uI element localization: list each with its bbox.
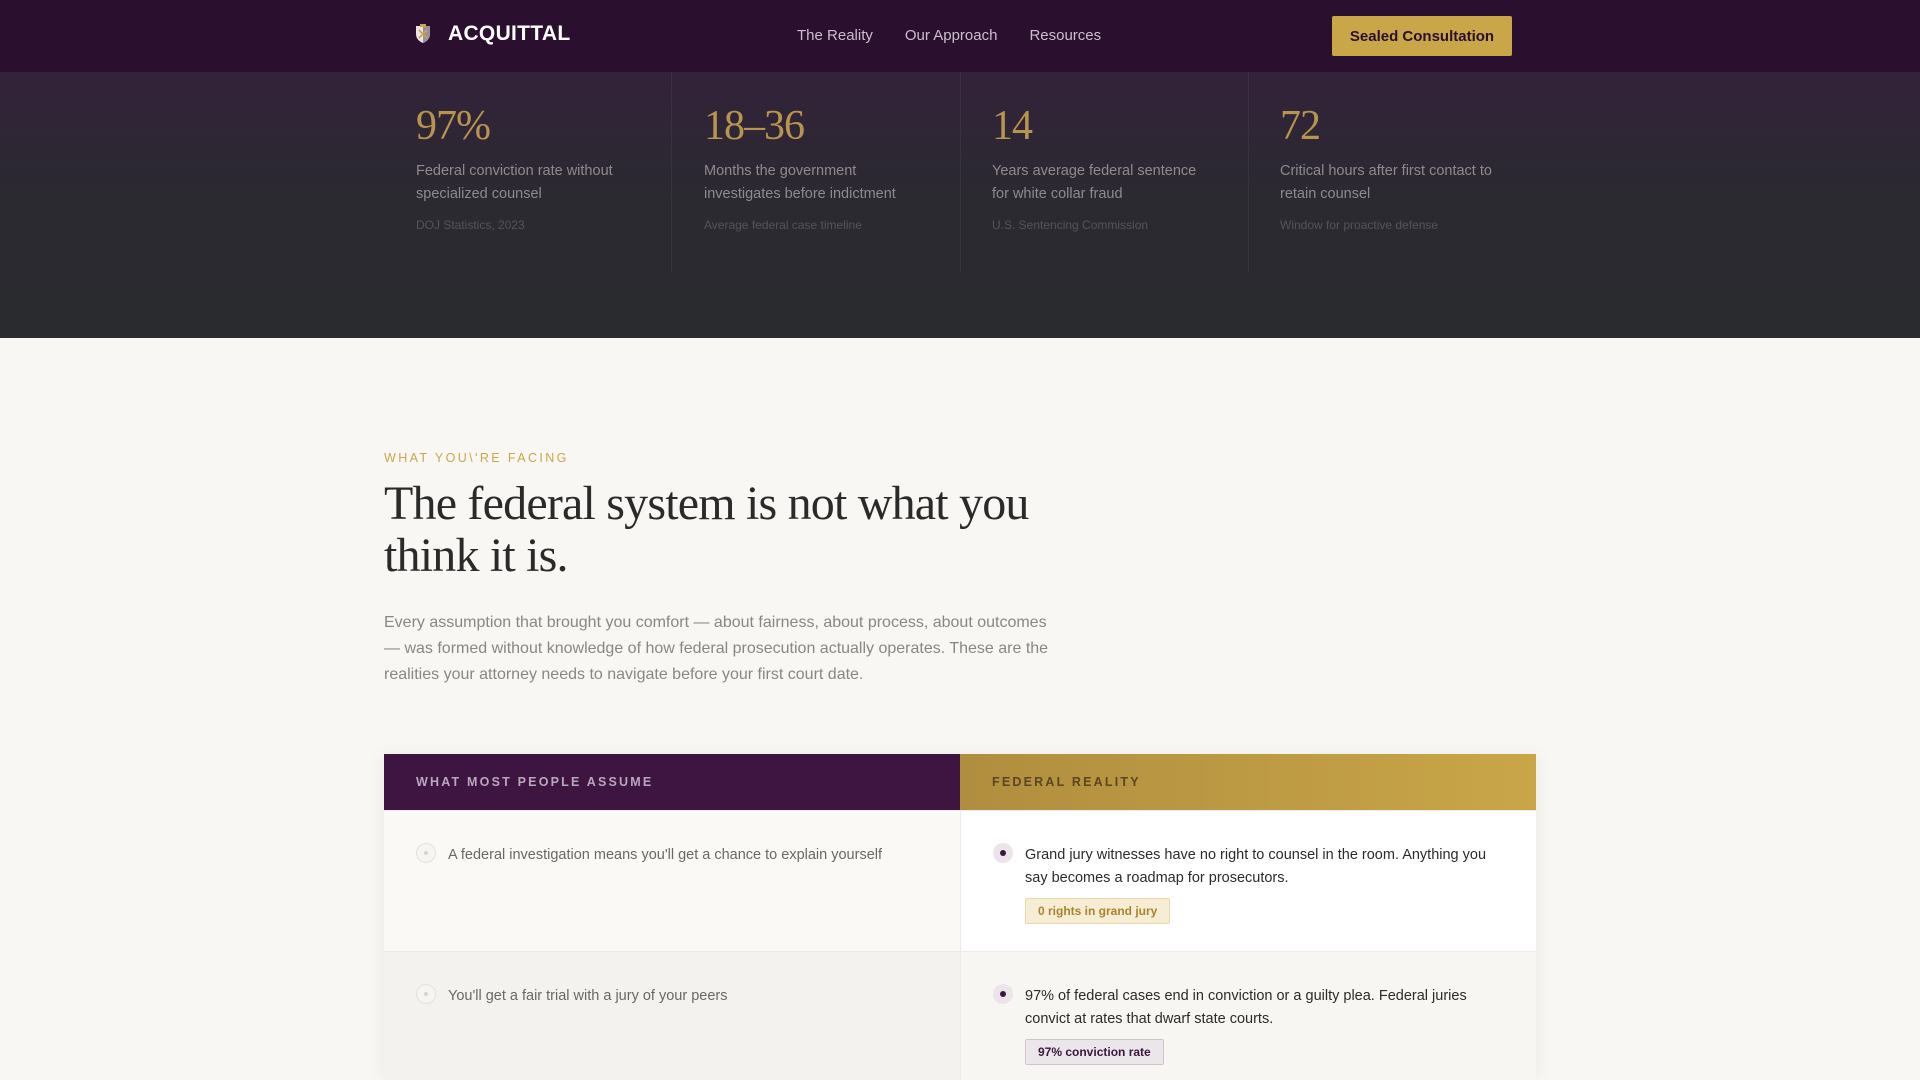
stat-source: DOJ Statistics, 2023 (416, 218, 525, 232)
stat-description: Federal conviction rate without speciali… (416, 163, 613, 202)
table-row: A federal investigation means you'll get… (384, 810, 1536, 951)
top-nav: ACQUITTAL The Reality Our Approach Resou… (0, 0, 1920, 72)
comparison-table: WHAT MOST PEOPLE ASSUME FEDERAL REALITY … (384, 754, 1536, 1080)
stat-divider (960, 72, 961, 272)
stat-value: 14 (992, 103, 1033, 149)
stat-source: U.S. Sentencing Commission (992, 218, 1149, 232)
table-row: You'll get a fair trial with a jury of y… (384, 951, 1536, 1080)
stat-description: Critical hours after first contact to re… (1280, 163, 1492, 202)
stat-value: 72 (1280, 103, 1321, 149)
shield-crest-icon (416, 24, 430, 43)
stat-source: Window for proactive defense (1280, 218, 1439, 232)
assumption-cell: You'll get a fair trial with a jury of y… (384, 952, 960, 1080)
reality-text: 97% of federal cases end in conviction o… (1025, 988, 1467, 1027)
bullet-icon (416, 843, 436, 863)
header-federal-reality: FEDERAL REALITY (960, 754, 1536, 810)
stat-value: 97% (416, 103, 491, 149)
brand[interactable]: ACQUITTAL (412, 22, 570, 46)
stat-value: 18–36 (704, 103, 805, 149)
assumption-cell: A federal investigation means you'll get… (384, 811, 960, 951)
stat-description: Months the government investigates befor… (704, 163, 896, 202)
assumption-text: You'll get a fair trial with a jury of y… (448, 988, 728, 1004)
reality-cell: Grand jury witnesses have no right to co… (960, 811, 1536, 951)
stat-source: Average federal case timeline (704, 218, 862, 232)
stats-band: 97% Federal conviction rate without spec… (0, 72, 1920, 338)
stat-description: Years average federal sentence for white… (992, 163, 1197, 202)
reality-badge: 0 rights in grand jury (1025, 898, 1171, 924)
stat-divider (1248, 72, 1249, 272)
section-lede: Every assumption that brought you comfor… (384, 614, 1049, 683)
bullet-icon (993, 843, 1013, 863)
brand-name: ACQUITTAL (448, 22, 571, 45)
nav-link-resources[interactable]: Resources (1029, 27, 1101, 44)
nav-link-the-reality[interactable]: The Reality (797, 27, 873, 44)
reality-text: Grand jury witnesses have no right to co… (1025, 847, 1487, 886)
sealed-consultation-button[interactable]: Sealed Consultation (1332, 16, 1512, 56)
stat-divider (671, 72, 672, 272)
assumption-text: A federal investigation means you'll get… (448, 847, 883, 863)
header-assumptions: WHAT MOST PEOPLE ASSUME (384, 754, 960, 810)
section-headline: The federal system is not what you think… (384, 477, 1029, 582)
nav-links: The Reality Our Approach Resources (797, 27, 1101, 44)
reality-cell: 97% of federal cases end in conviction o… (960, 952, 1536, 1080)
bullet-icon (416, 984, 436, 1004)
nav-link-our-approach[interactable]: Our Approach (905, 27, 998, 44)
section-eyebrow: WHAT YOU\'RE FACING (384, 451, 569, 465)
bullet-icon (993, 984, 1013, 1004)
reality-badge: 97% conviction rate (1025, 1039, 1164, 1065)
